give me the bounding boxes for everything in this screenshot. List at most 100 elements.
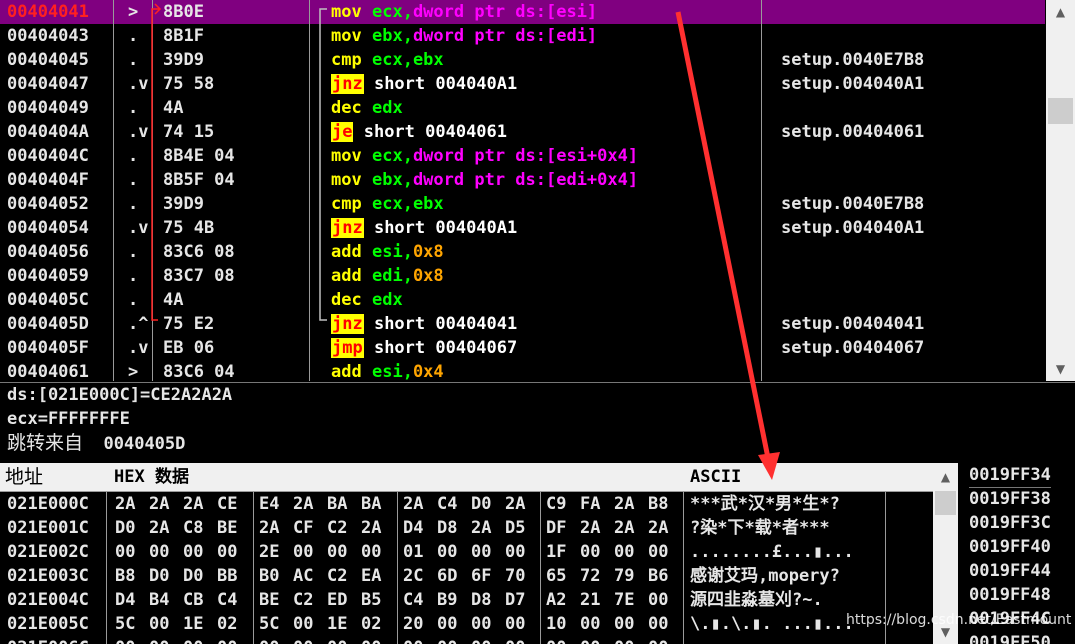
dump-byte[interactable]: D5 [505,516,525,540]
stack-address[interactable]: 0019FF44 [969,559,1051,583]
dump-byte[interactable]: 00 [546,636,566,644]
dump-byte[interactable]: 00 [327,540,347,564]
dump-byte[interactable]: 2A [403,492,423,516]
dump-byte[interactable]: 00 [361,636,381,644]
dump-byte[interactable]: B8 [648,492,668,516]
dump-row[interactable]: 021E001C D0 2A C8 BE 2A CF C2 2A D4 D8 2A D5 DF 2A 2A 2A… [0,516,933,540]
dump-byte[interactable]: 2A [361,516,381,540]
dump-byte[interactable]: B4 [149,588,169,612]
dump-byte[interactable]: 00 [115,540,135,564]
scroll-up-icon[interactable]: ▲ [1046,0,1075,24]
dump-byte[interactable]: CF [293,516,313,540]
dump-byte[interactable]: 00 [327,636,347,644]
dump-byte[interactable]: 2A [614,516,634,540]
dump-byte[interactable]: 2A [259,516,279,540]
dump-byte[interactable]: C4 [437,492,457,516]
dump-byte[interactable]: E4 [259,492,279,516]
dump-byte[interactable]: A2 [546,588,566,612]
dump-byte[interactable]: 65 [546,564,566,588]
scroll-down-icon[interactable]: ▼ [1046,357,1075,381]
dump-row[interactable]: 021E000C 2A 2A 2A CE E4 2A BA BA 2A C4 D0 2A C9 FA 2A B8… [0,492,933,516]
dump-byte[interactable]: 00 [361,540,381,564]
dump-byte[interactable]: BE [217,516,237,540]
stack-address[interactable]: 0019FF40 [969,535,1051,559]
dump-byte[interactable]: 00 [259,636,279,644]
dump-byte[interactable]: 00 [471,612,491,636]
dump-byte[interactable]: 00 [149,612,169,636]
dump-byte[interactable]: D0 [471,492,491,516]
dump-byte[interactable]: 2A [471,516,491,540]
dump-byte[interactable]: D8 [471,588,491,612]
dump-byte[interactable]: B8 [115,564,135,588]
dump-byte[interactable]: 1E [327,612,347,636]
dump-byte[interactable]: ED [327,588,347,612]
dump-byte[interactable]: 02 [217,612,237,636]
dump-byte[interactable]: 02 [361,612,381,636]
stack-address[interactable]: 0019FF34 [969,463,1051,488]
dump-byte[interactable]: 00 [648,636,668,644]
dump-byte[interactable]: 00 [437,540,457,564]
scroll-thumb[interactable] [1048,98,1073,124]
dump-byte[interactable]: 00 [580,540,600,564]
dump-byte[interactable]: 70 [505,564,525,588]
dump-byte[interactable]: 00 [614,540,634,564]
dump-byte[interactable]: B9 [437,588,457,612]
stack-address[interactable]: 0019FF48 [969,583,1051,607]
dump-header-ascii[interactable]: ASCII [684,463,891,492]
dump-byte[interactable]: 2E [259,540,279,564]
dump-byte[interactable]: DF [546,516,566,540]
dump-byte[interactable]: 00 [183,540,203,564]
dump-byte[interactable]: 21 [580,588,600,612]
dump-byte[interactable]: FA [580,492,600,516]
dump-byte[interactable]: 2A [505,492,525,516]
dump-byte[interactable]: C2 [293,588,313,612]
dump-byte[interactable]: C2 [327,564,347,588]
dump-byte[interactable]: 00 [115,636,135,644]
dump-byte[interactable]: 7E [614,588,634,612]
dump-byte[interactable]: 00 [648,540,668,564]
dump-byte[interactable]: C4 [217,588,237,612]
dump-byte[interactable]: 5C [115,612,135,636]
dump-byte[interactable]: B5 [361,588,381,612]
dump-byte[interactable]: 00 [580,612,600,636]
dump-byte[interactable]: 6F [471,564,491,588]
dump-byte[interactable]: 00 [437,636,457,644]
scroll-up-icon[interactable]: ▲ [933,465,958,489]
dump-byte[interactable]: 00 [183,636,203,644]
dump-byte[interactable]: 00 [614,636,634,644]
dump-byte[interactable]: 20 [403,612,423,636]
dump-byte[interactable]: BA [361,492,381,516]
stack-address[interactable]: 0019FF50 [969,631,1051,644]
disassembly-pane[interactable]: 00404041 >8B0E mov ecx,dword ptr ds:[esi] 0… [0,0,1075,381]
dump-byte[interactable]: 01 [403,540,423,564]
dump-row[interactable]: 021E006C 00 00 00 00 00 00 00 00 00 00 00 00 00 00 00 00… [0,636,933,644]
dump-byte[interactable]: C8 [183,516,203,540]
dump-byte[interactable]: 72 [580,564,600,588]
dump-byte[interactable]: 10 [546,612,566,636]
dump-byte[interactable]: 00 [505,636,525,644]
dump-byte[interactable]: 00 [471,636,491,644]
dump-byte[interactable]: 2A [149,492,169,516]
dump-byte[interactable]: 00 [471,540,491,564]
dump-byte[interactable]: 79 [614,564,634,588]
dump-byte[interactable]: D0 [115,516,135,540]
dump-byte[interactable]: CE [217,492,237,516]
dump-byte[interactable]: 1E [183,612,203,636]
dump-byte[interactable]: B0 [259,564,279,588]
scroll-thumb[interactable] [935,491,956,515]
dump-byte[interactable]: D4 [403,516,423,540]
dump-byte[interactable]: 00 [149,540,169,564]
dump-byte[interactable]: BB [217,564,237,588]
dump-row[interactable]: 021E004C D4 B4 CB C4 BE C2 ED B5 C4 B9 D8 D7 A2 21 7E 00… [0,588,933,612]
dump-byte[interactable]: D4 [115,588,135,612]
dump-byte[interactable]: AC [293,564,313,588]
dump-byte[interactable]: 2A [580,516,600,540]
dump-byte[interactable]: 00 [293,636,313,644]
dump-byte[interactable]: 00 [403,636,423,644]
dump-byte[interactable]: 5C [259,612,279,636]
dump-byte[interactable]: D8 [437,516,457,540]
dump-byte[interactable]: 00 [505,540,525,564]
dump-byte[interactable]: C2 [327,516,347,540]
dump-byte[interactable]: 00 [217,540,237,564]
dump-byte[interactable]: C4 [403,588,423,612]
